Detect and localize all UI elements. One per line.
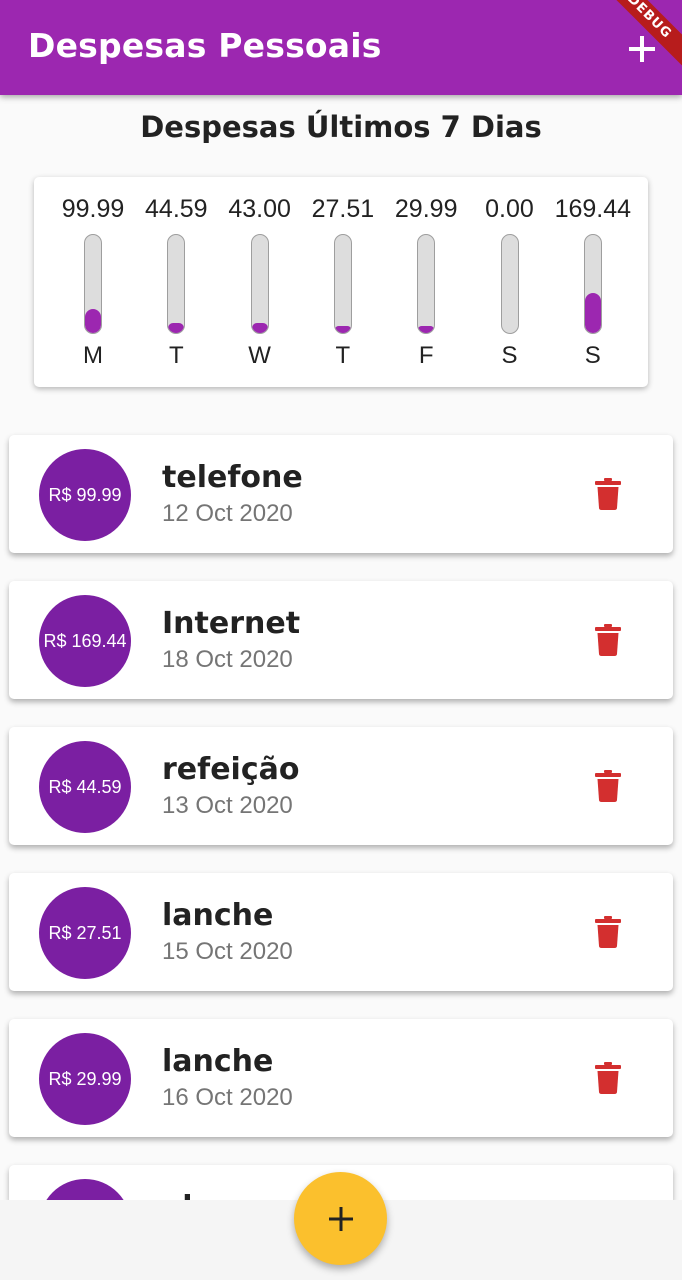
app-bar: Despesas Pessoais DEBUG: [0, 0, 682, 95]
transaction-title: refeição: [162, 752, 300, 787]
chart-bar-value: 27.51: [311, 195, 375, 223]
weekly-chart-card: 99.99 M 44.59 T 43.00 W 27.51 T 29.99 F 0.00 S 169.4…: [34, 177, 648, 387]
transaction-title: Internet: [162, 606, 301, 641]
chart-bar-track: [333, 234, 352, 334]
amount-avatar: R$ 44.59: [39, 741, 131, 833]
chart-bar-track: [167, 234, 186, 334]
trash-icon: [595, 624, 621, 656]
chart-bar-column: 29.99 F: [382, 177, 470, 387]
delete-transaction-button[interactable]: [587, 765, 629, 807]
transaction-date: 15 Oct 2020: [162, 938, 293, 965]
chart-bar-column: 0.00 S: [466, 177, 554, 387]
transaction-card[interactable]: R$ 27.51 lanche 15 Oct 2020: [9, 873, 673, 991]
chart-bar-day-label: T: [168, 342, 184, 369]
transaction-date: 13 Oct 2020: [162, 792, 293, 819]
chart-bar-value: 99.99: [61, 195, 125, 223]
chart-bar-value: 44.59: [145, 195, 208, 223]
transaction-title: almoço: [162, 1190, 283, 1200]
trash-icon: [595, 1062, 621, 1094]
fab-add-button[interactable]: [294, 1172, 387, 1265]
amount-avatar: [39, 1179, 131, 1200]
chart-bar-day-label: T: [335, 342, 351, 369]
chart-bar-value: 29.99: [394, 195, 458, 223]
chart-bar-track: [500, 234, 519, 334]
plus-icon: [629, 36, 655, 62]
transaction-title: telefone: [162, 460, 303, 495]
chart-bar-fill: [584, 292, 601, 333]
chart-bar-value: 169.44: [554, 195, 632, 223]
chart-bar-track: [583, 234, 602, 334]
transaction-date: 18 Oct 2020: [162, 646, 293, 673]
amount-avatar: R$ 27.51: [39, 887, 131, 979]
chart-bar-column: 43.00 W: [216, 177, 304, 387]
chart-bar-fill: [251, 323, 268, 333]
transaction-date: 12 Oct 2020: [162, 500, 293, 527]
delete-transaction-button[interactable]: [587, 619, 629, 661]
trash-icon: [595, 770, 621, 802]
transaction-date: 16 Oct 2020: [162, 1084, 293, 1111]
delete-transaction-button[interactable]: [587, 1057, 629, 1099]
chart-title: Despesas Últimos 7 Dias: [140, 110, 542, 144]
delete-transaction-button[interactable]: [587, 473, 629, 515]
chart-bar-track: [84, 234, 102, 334]
chart-bar-day-label: S: [584, 342, 601, 369]
chart-bar-fill: [334, 326, 351, 333]
amount-avatar: R$ 169.44: [39, 595, 131, 687]
transaction-title: lanche: [162, 1044, 274, 1079]
chart-bar-column: 27.51 T: [299, 177, 387, 387]
chart-bar-day-label: S: [501, 342, 518, 369]
chart-bar-day-label: W: [248, 342, 271, 369]
chart-bar-day-label: F: [418, 342, 434, 369]
chart-bar-value: 43.00: [228, 195, 291, 223]
chart-bar-column: 169.44 S: [549, 177, 637, 387]
transaction-card[interactable]: R$ 169.44 Internet 18 Oct 2020: [9, 581, 673, 699]
transaction-card[interactable]: R$ 29.99 lanche 16 Oct 2020: [9, 1019, 673, 1137]
transaction-title: lanche: [162, 898, 274, 933]
plus-icon: [328, 1206, 353, 1231]
trash-icon: [595, 478, 621, 510]
chart-bar-fill: [418, 326, 435, 333]
amount-avatar: R$ 29.99: [39, 1033, 131, 1125]
chart-bar-track: [250, 234, 269, 334]
chart-bar-track: [417, 234, 436, 334]
app-title: Despesas Pessoais: [28, 26, 382, 65]
chart-bar-day-label: M: [83, 342, 103, 369]
delete-transaction-button[interactable]: [587, 911, 629, 953]
chart-bar-fill: [85, 309, 101, 333]
chart-bar-column: 44.59 T: [132, 177, 220, 387]
trash-icon: [595, 916, 621, 948]
chart-bar-value: 0.00: [485, 195, 534, 223]
chart-bar-column: 99.99 M: [49, 177, 137, 387]
chart-bar-fill: [168, 323, 185, 333]
transaction-card[interactable]: R$ 99.99 telefone 12 Oct 2020: [9, 435, 673, 553]
transaction-card[interactable]: R$ 44.59 refeição 13 Oct 2020: [9, 727, 673, 845]
amount-avatar: R$ 99.99: [39, 449, 131, 541]
